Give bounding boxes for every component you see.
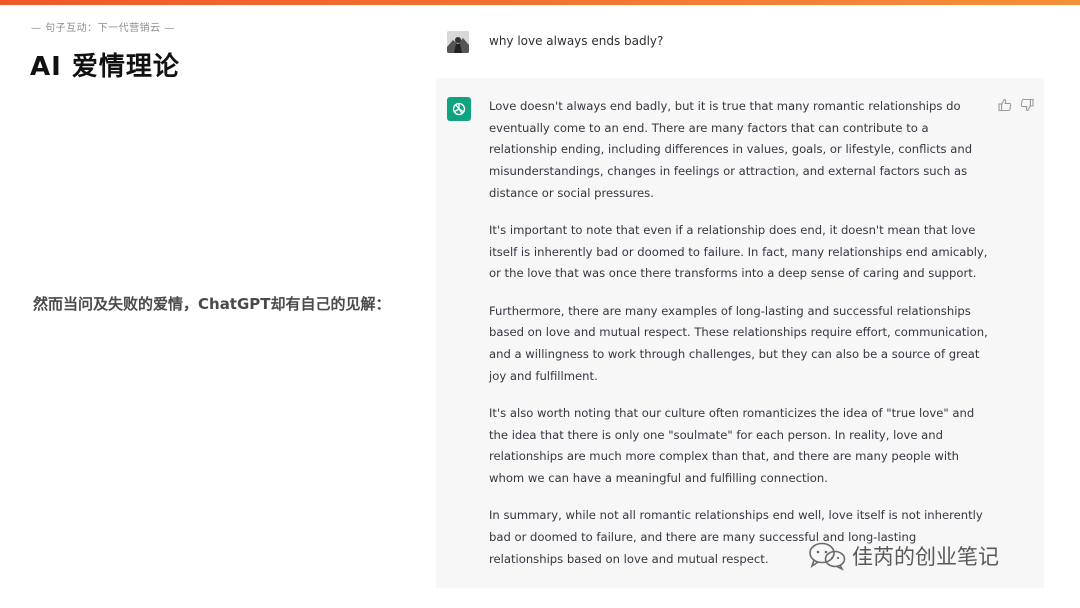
answer-paragraph: It's important to note that even if a re… bbox=[489, 223, 988, 281]
slide-intro-text: 然而当问及失败的爱情，ChatGPT却有自己的见解： bbox=[33, 295, 391, 313]
watermark-text: 佳芮的创业笔记 bbox=[852, 545, 999, 569]
assistant-answer: Love doesn't always end badly, but it is… bbox=[489, 96, 994, 586]
thumbs-up-icon[interactable] bbox=[998, 98, 1012, 112]
top-accent-bar bbox=[0, 0, 1080, 5]
thumbs-down-icon[interactable] bbox=[1020, 98, 1034, 112]
feedback-controls bbox=[998, 98, 1034, 112]
slide-kicker: — 句子互动：下一代营销云 — bbox=[31, 23, 175, 34]
wechat-icon bbox=[808, 541, 846, 571]
user-message-row: why love always ends badly? bbox=[436, 22, 1044, 66]
answer-paragraph: Love doesn't always end badly, but it is… bbox=[489, 99, 973, 200]
answer-paragraph: It's also worth noting that our culture … bbox=[489, 405, 975, 486]
answer-paragraph: Furthermore, there are many examples of … bbox=[489, 303, 988, 383]
user-avatar bbox=[447, 31, 469, 53]
user-message-text: why love always ends badly? bbox=[489, 34, 664, 48]
watermark: 佳芮的创业笔记 bbox=[808, 541, 999, 571]
assistant-message-panel: Love doesn't always end badly, but it is… bbox=[436, 78, 1044, 588]
openai-logo-icon bbox=[447, 97, 471, 121]
slide-title: AI 爱情理论 bbox=[30, 52, 180, 82]
